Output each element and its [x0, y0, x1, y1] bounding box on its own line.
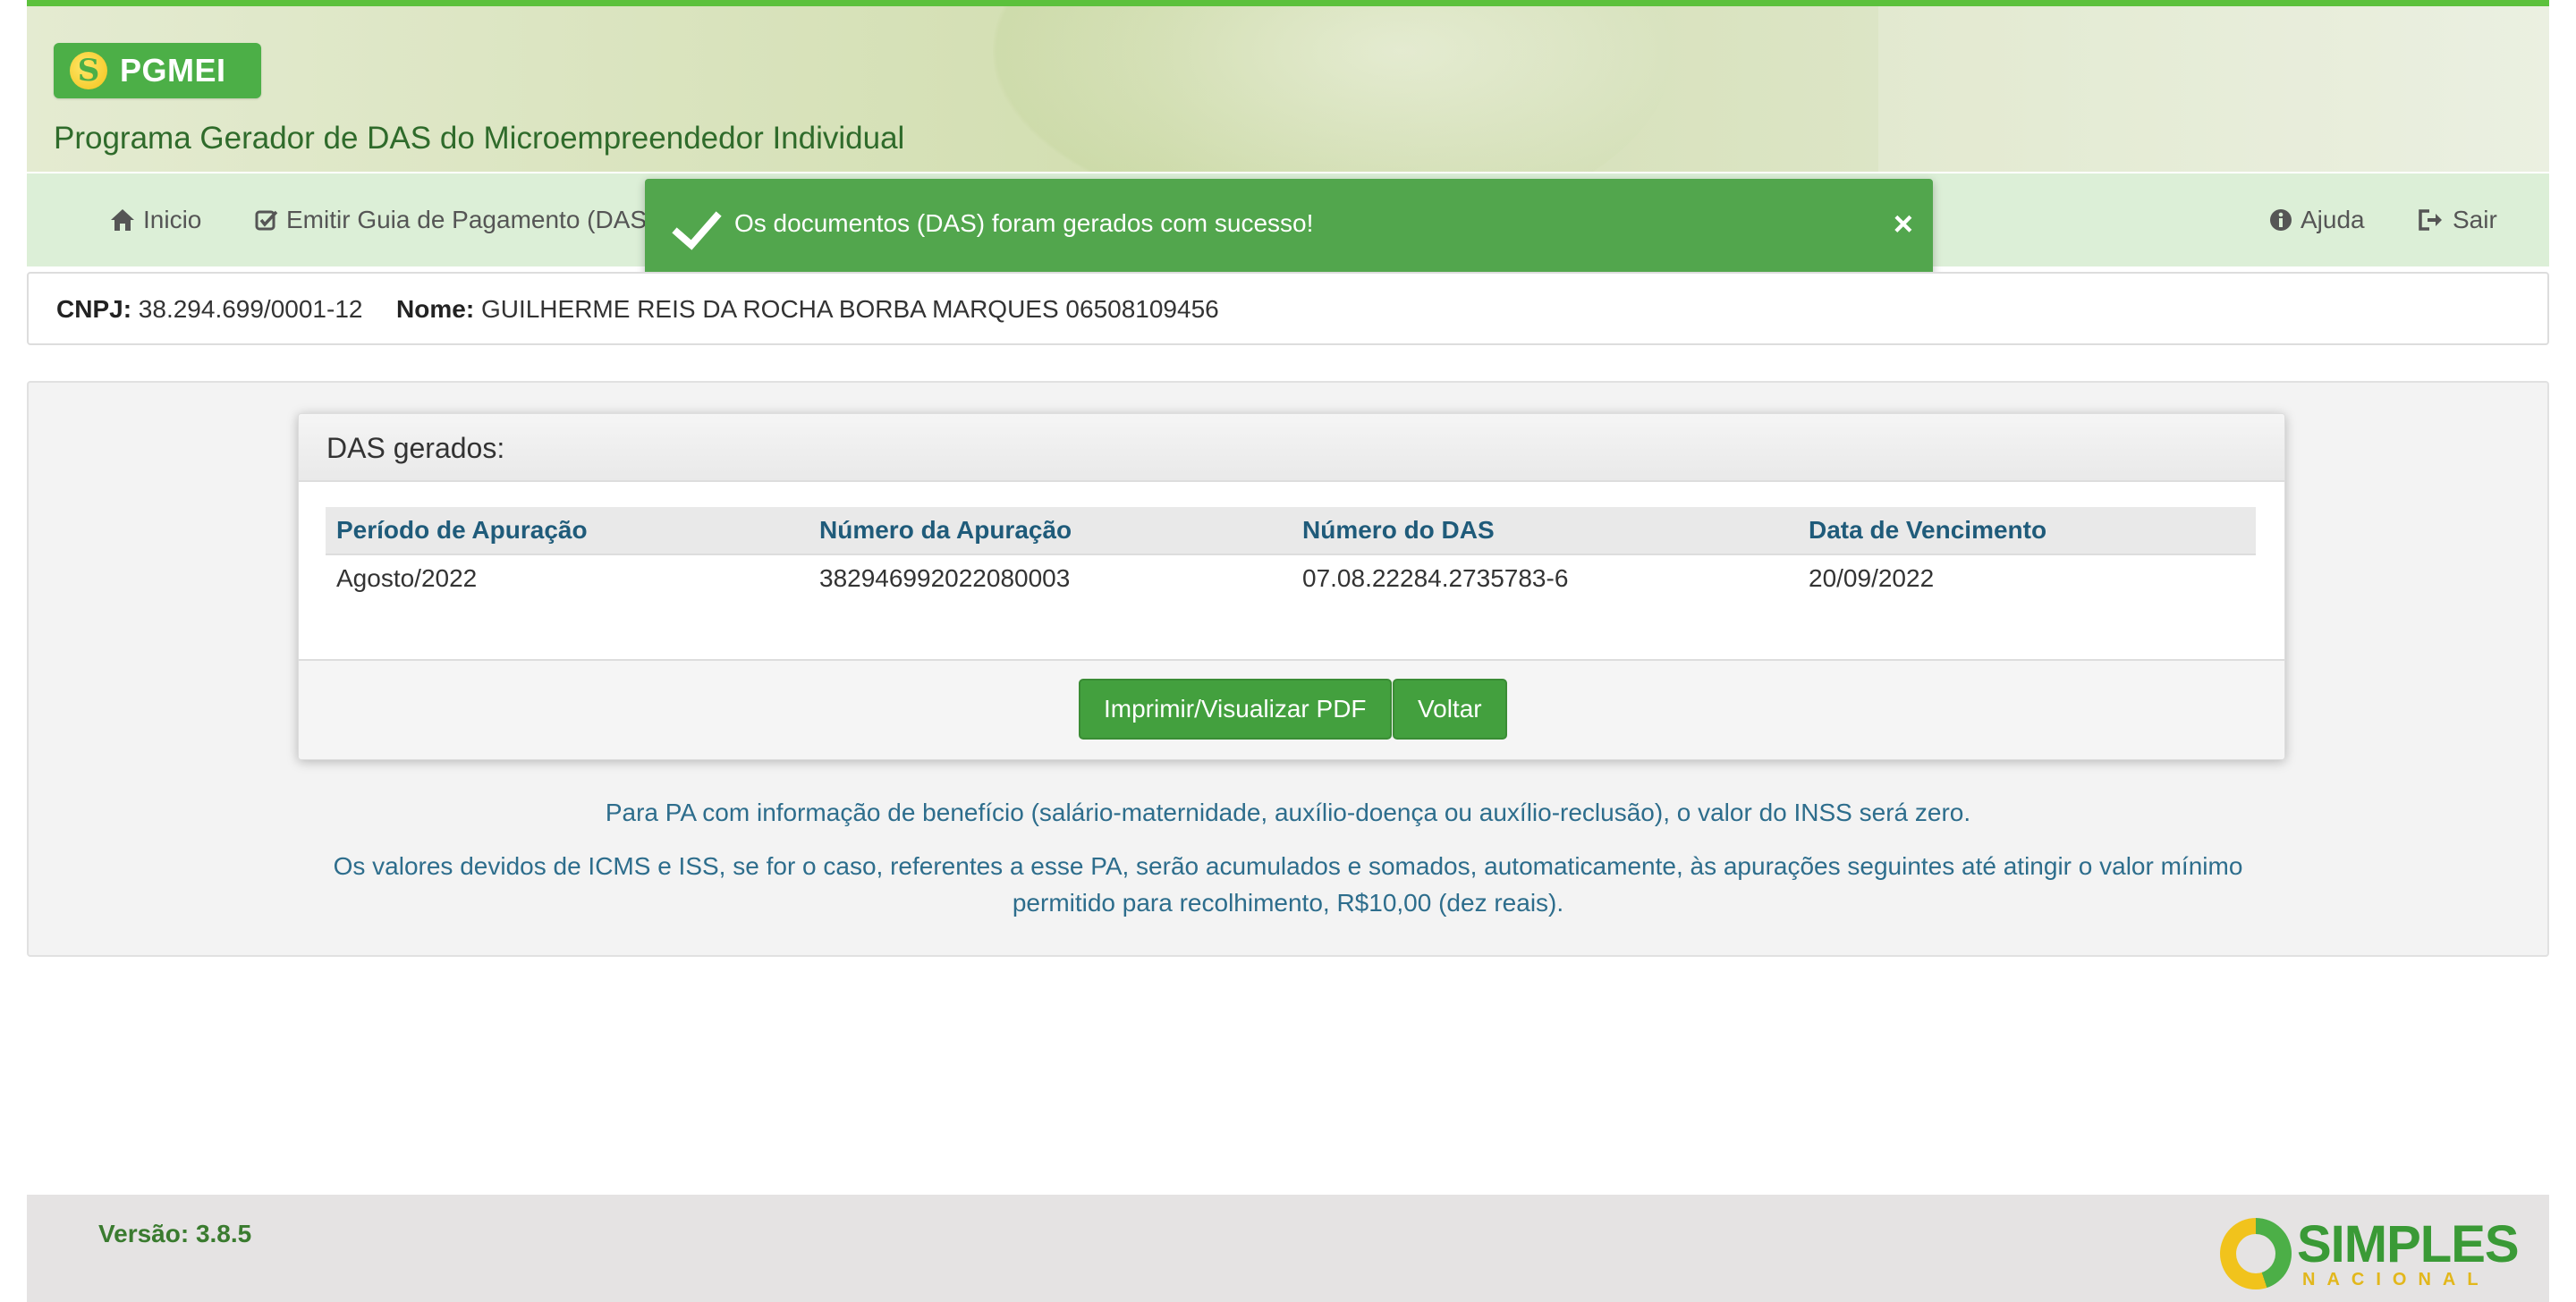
sign-out-icon — [2419, 209, 2442, 231]
column-header-data-vencimento: Data de Vencimento — [1798, 507, 2256, 555]
header-globe-decoration — [993, 6, 1673, 172]
simples-s-icon: S — [70, 52, 107, 89]
check-square-icon — [255, 210, 278, 231]
success-toast: Os documentos (DAS) foram gerados com su… — [645, 179, 1933, 283]
cell-numero-das: 07.08.22284.2735783-6 — [1302, 564, 1569, 592]
table-header-row: Período de Apuração Número da Apuração N… — [326, 507, 2256, 555]
main-content: DAS gerados: Período de Apuração Número … — [27, 381, 2549, 957]
das-table: Período de Apuração Número da Apuração N… — [326, 507, 2256, 602]
cell-numero-apuracao: 382946992022080003 — [819, 564, 1071, 592]
das-gerados-panel: DAS gerados: Período de Apuração Número … — [298, 413, 2285, 760]
note-icms-iss-line2: permitido para recolhimento, R$10,00 (de… — [1012, 889, 1564, 917]
pgmei-logo[interactable]: S PGMEI — [54, 43, 261, 98]
header-background-decoration — [1878, 6, 2549, 172]
simples-nacional-logo: SIMPLES NACIONAL — [2220, 1214, 2520, 1297]
logo-word-nacional: NACIONAL — [2302, 1270, 2490, 1289]
panel-title: DAS gerados: — [299, 414, 2284, 482]
version-text: Versão: 3.8.5 — [98, 1220, 252, 1247]
cell-data-vencimento: 20/09/2022 — [1809, 564, 1935, 592]
note-inss: Para PA com informação de benefício (sal… — [605, 799, 1971, 826]
nav-sair-label: Sair — [2453, 206, 2497, 233]
voltar-button[interactable]: Voltar — [1393, 679, 1507, 740]
logo-text: PGMEI — [120, 52, 226, 89]
contribuinte-info-bar: CNPJ: 38.294.699/0001-12 Nome: GUILHERME… — [27, 272, 2549, 345]
cell-periodo: Agosto/2022 — [336, 564, 478, 592]
nav-ajuda[interactable]: Ajuda — [2268, 206, 2365, 234]
nav-inicio[interactable]: Inicio — [109, 206, 201, 234]
imprimir-pdf-button[interactable]: Imprimir/Visualizar PDF — [1079, 679, 1392, 740]
nav-sair[interactable]: Sair — [2417, 206, 2497, 234]
close-icon[interactable]: × — [1894, 206, 1913, 244]
toast-message: Os documentos (DAS) foram gerados com su… — [734, 209, 1314, 237]
check-icon — [672, 211, 722, 250]
note-icms-iss-line1: Os valores devidos de ICMS e ISS, se for… — [333, 852, 2243, 880]
nome-label: Nome: — [396, 295, 475, 323]
app-header: S PGMEI Programa Gerador de DAS do Micro… — [27, 0, 2549, 172]
info-notes: Para PA com informação de benefício (sal… — [29, 794, 2547, 921]
column-header-numero-das: Número do DAS — [1292, 507, 1798, 555]
nav-inicio-label: Inicio — [143, 206, 202, 233]
page-footer: Versão: 3.8.5 SIMPLES NACIONAL — [27, 1195, 2549, 1302]
simples-s-icon — [2220, 1218, 2292, 1289]
panel-footer: Imprimir/Visualizar PDF Voltar — [299, 659, 2284, 759]
cnpj-value: 38.294.699/0001-12 — [138, 295, 363, 323]
nav-ajuda-label: Ajuda — [2301, 206, 2365, 233]
logo-word-simples: SIMPLES — [2297, 1215, 2520, 1273]
nav-emitir-guia[interactable]: Emitir Guia de Pagamento (DAS — [254, 206, 647, 234]
home-icon — [111, 209, 134, 231]
cnpj-label: CNPJ: — [56, 295, 132, 323]
nome-value: GUILHERME REIS DA ROCHA BORBA MARQUES 06… — [480, 295, 1219, 323]
table-row: Agosto/2022 382946992022080003 07.08.222… — [326, 554, 2256, 602]
info-circle-icon — [2270, 209, 2292, 231]
app-title: Programa Gerador de DAS do Microempreend… — [54, 121, 905, 156]
column-header-numero-apuracao: Número da Apuração — [809, 507, 1292, 555]
column-header-periodo: Período de Apuração — [326, 507, 809, 555]
nav-emitir-label: Emitir Guia de Pagamento (DAS — [286, 206, 648, 233]
